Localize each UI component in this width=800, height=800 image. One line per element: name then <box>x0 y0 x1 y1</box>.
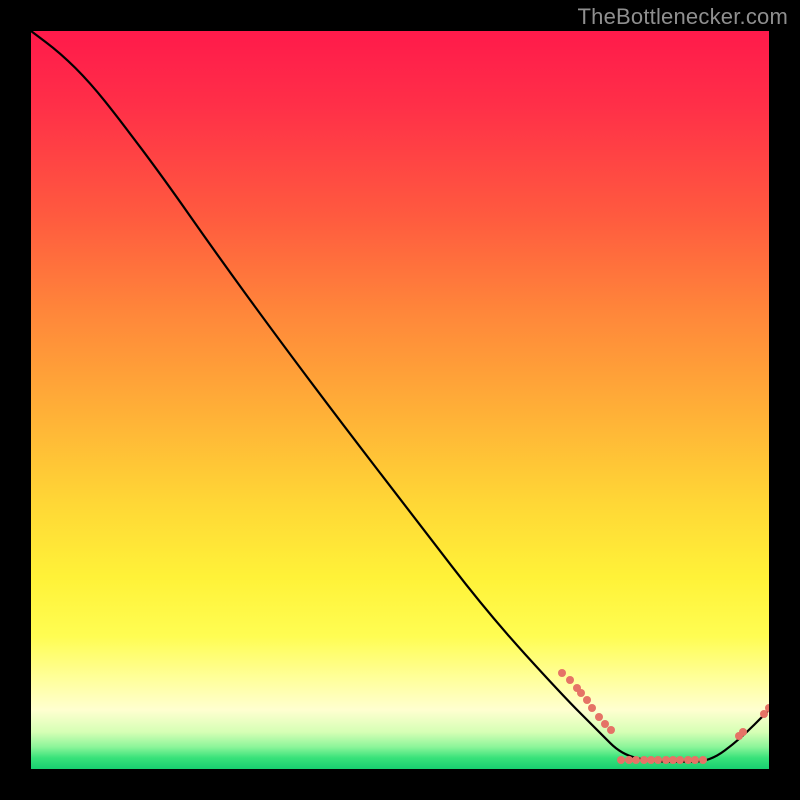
chart-frame: TheBottlenecker.com <box>0 0 800 800</box>
scatter-dot <box>566 676 574 684</box>
scatter-dot <box>699 756 707 764</box>
scatter-dot <box>691 756 699 764</box>
scatter-dot <box>588 704 596 712</box>
scatter-dot <box>607 726 615 734</box>
scatter-dot <box>558 669 566 677</box>
plot-area <box>31 31 769 769</box>
scatter-layer <box>31 31 769 769</box>
scatter-dot <box>632 756 640 764</box>
scatter-dot <box>583 696 591 704</box>
scatter-dot <box>577 689 585 697</box>
watermark-text: TheBottlenecker.com <box>578 4 788 30</box>
scatter-dot <box>739 728 747 736</box>
